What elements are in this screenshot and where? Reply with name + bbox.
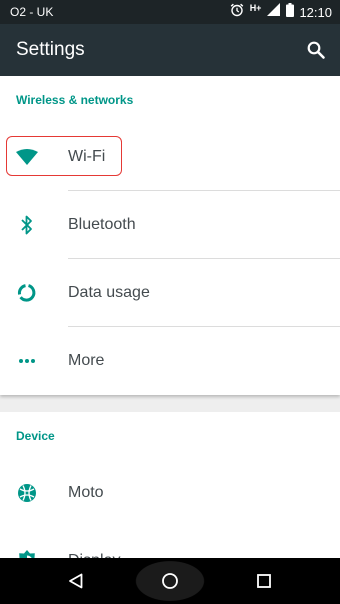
setting-label-moto: Moto xyxy=(68,484,104,501)
home-icon xyxy=(162,573,178,589)
clock-label: 12:10 xyxy=(299,4,332,20)
bluetooth-icon xyxy=(16,214,38,236)
network-type-label: H+ xyxy=(249,3,262,13)
app-bar: Settings xyxy=(0,24,340,76)
settings-list[interactable]: Wireless & networks Wi-Fi Bluetooth Data… xyxy=(0,76,340,558)
settings-screen: O2 - UK H+ 12:10 Settings Wireless & net… xyxy=(0,0,340,604)
setting-item-display[interactable]: Display xyxy=(0,527,340,558)
data-usage-icon xyxy=(16,282,38,304)
device-section: Device Moto Display xyxy=(0,412,340,558)
search-icon xyxy=(307,41,325,59)
setting-label-display: Display xyxy=(68,527,120,558)
setting-item-more[interactable]: More xyxy=(0,327,340,395)
wireless-section: Wireless & networks Wi-Fi Bluetooth Data… xyxy=(0,76,340,395)
section-header-device: Device xyxy=(16,429,55,443)
page-title: Settings xyxy=(16,39,85,60)
setting-label-bluetooth: Bluetooth xyxy=(68,216,136,233)
more-icon xyxy=(16,350,38,372)
back-icon xyxy=(69,573,83,589)
recents-icon xyxy=(257,574,271,588)
wifi-icon xyxy=(16,146,38,168)
section-header-wireless: Wireless & networks xyxy=(16,93,134,107)
back-button[interactable] xyxy=(29,558,123,604)
battery-icon xyxy=(286,2,295,22)
setting-item-data-usage[interactable]: Data usage xyxy=(0,259,340,327)
moto-icon xyxy=(16,482,38,504)
search-button[interactable] xyxy=(302,36,330,64)
home-button[interactable] xyxy=(123,558,217,604)
setting-label-more: More xyxy=(68,352,105,369)
display-icon xyxy=(16,550,38,558)
setting-label-data-usage: Data usage xyxy=(68,284,150,301)
section-gap xyxy=(0,395,340,412)
setting-item-wifi[interactable]: Wi-Fi xyxy=(0,123,340,191)
recents-button[interactable] xyxy=(217,558,311,604)
status-bar: O2 - UK H+ 12:10 xyxy=(0,0,340,24)
carrier-label: O2 - UK xyxy=(10,5,54,19)
setting-item-moto[interactable]: Moto xyxy=(0,459,340,527)
signal-icon xyxy=(267,3,281,21)
navigation-bar xyxy=(0,558,340,604)
setting-label-wifi: Wi-Fi xyxy=(68,148,106,165)
setting-item-bluetooth[interactable]: Bluetooth xyxy=(0,191,340,259)
alarm-icon xyxy=(230,3,244,22)
status-icons: H+ 12:10 xyxy=(224,2,332,22)
